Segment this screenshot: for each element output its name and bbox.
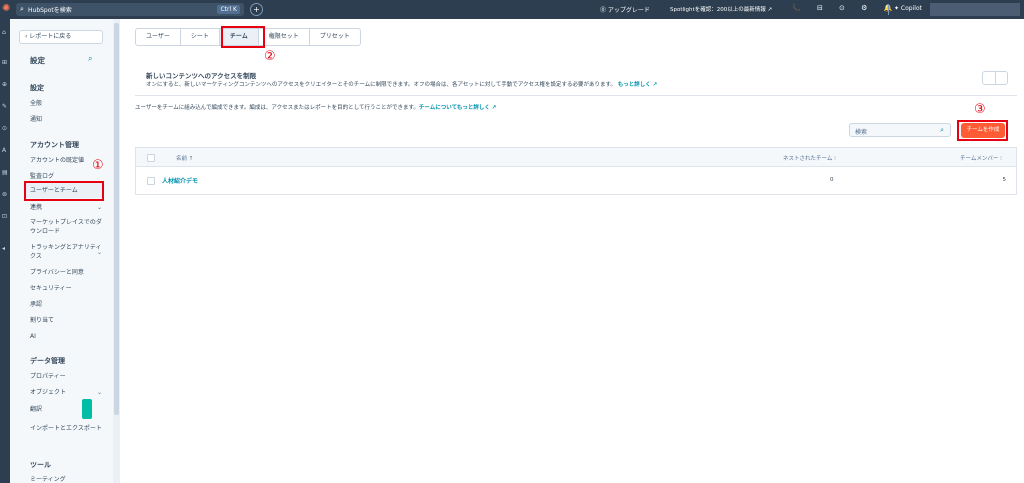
- nested-teams-count: 0: [830, 177, 834, 183]
- sidebar-item-general[interactable]: 全般: [30, 99, 102, 108]
- rail-icon[interactable]: ⌂: [2, 29, 6, 36]
- sidebar-search-icon[interactable]: ⌕: [88, 54, 92, 64]
- column-header-name[interactable]: 名前 ↑: [176, 154, 193, 162]
- tab-users[interactable]: ユーザー: [136, 29, 181, 45]
- left-app-rail: ⌂ ⊞ ⊕ ✎ ⊙ A ▤ ⊚ ⊡ ◂: [0, 19, 10, 483]
- account-menu[interactable]: [930, 3, 1020, 16]
- chevron-down-icon: ⌄: [96, 249, 102, 256]
- sidebar-item-security[interactable]: セキュリティー: [30, 284, 102, 293]
- top-navigation-bar: ✺ ⌕ HubSpotを検索 Ctrl K + ⓪ アップグレード Spotli…: [0, 0, 1024, 19]
- sidebar-item-label: トラッキングとアナリティクス: [30, 244, 102, 260]
- create-new-button[interactable]: +: [250, 3, 263, 16]
- rail-icon[interactable]: ✎: [2, 103, 7, 110]
- sidebar-item-notifications[interactable]: 通知: [30, 115, 102, 124]
- scrollbar-thumb[interactable]: [114, 23, 119, 415]
- annotation-box-3: [957, 120, 1008, 141]
- access-desc-text: オンにすると、新しいマーケティングコンテンツへのアクセスをクリエイターとそのチー…: [146, 82, 616, 88]
- access-restriction-description: オンにすると、新しいマーケティングコンテンツへのアクセスをクリエイターとそのチー…: [146, 80, 657, 88]
- search-icon: ⌕: [20, 5, 24, 13]
- annotation-number-2: ②: [264, 49, 276, 64]
- teams-info-text: ユーザーをチームに組み込んで編成できます。編成は、アクセスまたはレポートを目的と…: [135, 103, 496, 111]
- sidebar-title: 設定: [30, 56, 45, 65]
- column-header-team-members[interactable]: チームメンバー ⁝: [960, 154, 1002, 162]
- rail-icon[interactable]: ⊡: [2, 213, 7, 220]
- annotation-box-1: [24, 181, 104, 201]
- rail-icon[interactable]: ⊚: [2, 191, 7, 198]
- tab-presets[interactable]: プリセット: [310, 29, 360, 45]
- annotation-box-2: [221, 26, 265, 48]
- spotlight-link[interactable]: Spotlightを確認：200以上の最新情報 ↗: [670, 5, 772, 13]
- tab-seats[interactable]: シート: [181, 29, 220, 45]
- sidebar-item-audit-log[interactable]: 監査ログ: [30, 172, 102, 181]
- column-header-nested-teams[interactable]: ネストされたチーム ⁝: [783, 154, 836, 162]
- rail-icon[interactable]: ⊕: [2, 81, 7, 88]
- rail-collapse-icon[interactable]: ◂: [2, 245, 5, 252]
- sidebar-item-integrations[interactable]: 連携 ⌄: [30, 203, 102, 212]
- toggle-knob: [995, 72, 996, 84]
- sidebar-section-settings: 設定: [30, 84, 44, 92]
- sidebar-item-approvals[interactable]: 承認: [30, 300, 102, 309]
- teams-learn-more-link[interactable]: チームについてもっと詳しく ↗: [419, 105, 496, 111]
- row-checkbox[interactable]: [147, 177, 155, 185]
- sidebar-item-assignments[interactable]: 割り当て: [30, 316, 102, 325]
- team-search-placeholder: 検索: [855, 129, 868, 136]
- teams-info-desc: ユーザーをチームに組み込んで編成できます。編成は、アクセスまたはレポートを目的と…: [135, 105, 419, 111]
- translation-badge-icon: [82, 399, 92, 419]
- sidebar-item-tracking-analytics[interactable]: トラッキングとアナリティクス ⌄: [30, 243, 102, 261]
- rail-icon[interactable]: A: [2, 147, 6, 154]
- sidebar-section-account: アカウント管理: [30, 141, 79, 149]
- sidebar-item-label: オブジェクト: [30, 389, 67, 396]
- team-search-input[interactable]: 検索 ⌕: [849, 123, 951, 137]
- sidebar-item-privacy-consent[interactable]: プライバシーと同意: [30, 268, 102, 277]
- sidebar-item-meetings[interactable]: ミーティング: [30, 475, 102, 483]
- back-to-reports-button[interactable]: ‹ レポートに戻る: [19, 30, 103, 44]
- annotation-number-1: ①: [92, 158, 104, 173]
- team-members-count: 5: [1002, 177, 1007, 183]
- sidebar-item-label: 連携: [30, 204, 43, 211]
- access-restriction-title: 新しいコンテンツへのアクセスを制限: [146, 72, 257, 80]
- chevron-down-icon: ⌄: [96, 389, 102, 396]
- chevron-down-icon: ⌄: [96, 204, 102, 211]
- hubspot-logo-icon[interactable]: ✺: [2, 3, 12, 15]
- divider: [888, 4, 889, 15]
- team-name-link[interactable]: 人材紹介デモ: [162, 176, 198, 185]
- table-row: 人材紹介デモ 0 5: [135, 167, 1017, 195]
- upgrade-button[interactable]: ⓪ アップグレード: [600, 5, 650, 14]
- sidebar-item-properties[interactable]: プロパティー: [30, 372, 102, 381]
- annotation-number-3: ③: [974, 102, 986, 117]
- rail-icon[interactable]: ⊞: [2, 59, 7, 66]
- search-icon: ⌕: [940, 126, 944, 134]
- search-shortcut-badge: Ctrl K: [217, 5, 240, 14]
- divider: [135, 95, 1017, 96]
- sidebar-item-import-export[interactable]: インポートとエクスポート: [30, 424, 102, 433]
- rail-icon[interactable]: ▤: [2, 169, 8, 176]
- sidebar-item-marketplace-downloads[interactable]: マーケットプレイスでのダウンロード: [30, 218, 102, 236]
- utility-icons[interactable]: 📞 ⊟ ⊙ ⚙ 🔔: [792, 4, 899, 12]
- access-restriction-toggle[interactable]: [982, 71, 1008, 85]
- sidebar-section-data: データ管理: [30, 357, 65, 365]
- rail-icon[interactable]: ⊙: [2, 125, 7, 132]
- select-all-checkbox[interactable]: [147, 154, 155, 162]
- sidebar-item-objects[interactable]: オブジェクト ⌄: [30, 388, 102, 397]
- sidebar-section-tools: ツール: [30, 461, 51, 469]
- tab-permission-sets[interactable]: 権限セット: [259, 29, 310, 45]
- sidebar-item-ai[interactable]: AI: [30, 332, 102, 341]
- teams-table-header: 名前 ↑ ネストされたチーム ⁝ チームメンバー ⁝: [135, 147, 1017, 167]
- global-search-input[interactable]: ⌕ HubSpotを検索 Ctrl K: [16, 3, 244, 16]
- copilot-button[interactable]: ✦ Copilot: [894, 5, 922, 12]
- sidebar-scrollbar[interactable]: [113, 19, 120, 483]
- learn-more-link[interactable]: もっと詳しく ↗: [618, 82, 658, 88]
- global-search-placeholder: HubSpotを検索: [28, 7, 72, 14]
